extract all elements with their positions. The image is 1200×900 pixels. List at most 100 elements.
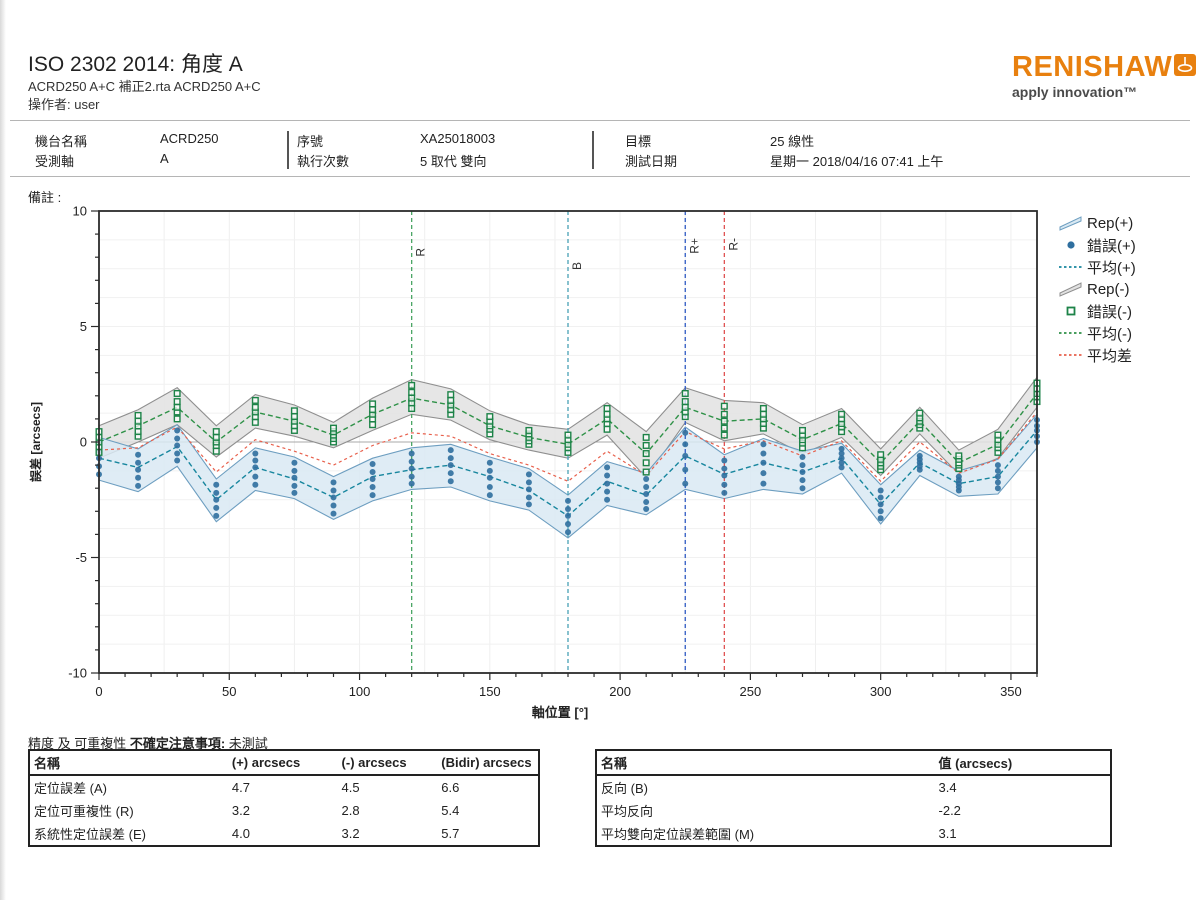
- error-neg-point: [174, 391, 180, 397]
- error-pos-point: [135, 460, 141, 466]
- y-tick-label: -10: [68, 666, 87, 681]
- error-pos-point: [721, 472, 727, 478]
- table-cell: 4.5: [338, 775, 438, 799]
- error-pos-point: [565, 521, 571, 527]
- error-pos-point: [174, 451, 180, 457]
- error-neg-point: [643, 469, 649, 475]
- error-pos-point: [409, 474, 415, 480]
- error-neg-point: [174, 405, 180, 411]
- error-pos-point: [448, 462, 454, 468]
- error-pos-point: [331, 494, 337, 500]
- error-pos-point: [721, 457, 727, 463]
- info-value-axis: A: [160, 151, 169, 166]
- error-neg-point: [643, 443, 649, 449]
- dash-green-icon: [1058, 324, 1084, 342]
- table-cell: 4.0: [228, 822, 338, 846]
- error-neg-point: [800, 428, 806, 434]
- error-pos-point: [526, 486, 532, 492]
- error-pos-point: [682, 430, 688, 436]
- band-neg-icon: [1058, 280, 1084, 298]
- error-pos-point: [721, 466, 727, 472]
- error-pos-point: [565, 506, 571, 512]
- legend-label: Rep(-): [1087, 281, 1130, 298]
- legend-label: 平均差: [1087, 345, 1132, 366]
- table-row: 定位可重複性 (R)3.22.85.4: [29, 799, 539, 822]
- error-pos-point: [487, 492, 493, 498]
- error-neg-point: [409, 390, 415, 396]
- error-pos-point: [291, 468, 297, 474]
- legend-item-square-green: 錯誤(-): [1058, 300, 1198, 322]
- error-neg-point: [253, 420, 259, 426]
- error-pos-point: [448, 478, 454, 484]
- error-pos-point: [878, 488, 884, 494]
- table-cell: 3.4: [935, 775, 1111, 799]
- band-pos-icon: [1058, 214, 1084, 232]
- error-neg-point: [253, 398, 259, 404]
- column-header: (-) arcsecs: [338, 750, 438, 775]
- error-pos-point: [291, 460, 297, 466]
- error-neg-point: [213, 448, 219, 454]
- error-neg-point: [331, 425, 337, 431]
- info-value-date: 星期一 2018/04/16 07:41 上午: [770, 151, 943, 170]
- error-pos-point: [839, 446, 845, 452]
- error-pos-point: [995, 485, 1001, 491]
- legend-item-dash-green: 平均(-): [1058, 322, 1198, 344]
- error-pos-point: [682, 453, 688, 459]
- info-separator-1: [287, 131, 289, 169]
- error-pos-point: [213, 505, 219, 511]
- error-chart: RBR+R-050100150200250300350-10-50510軸位置 …: [0, 200, 1055, 725]
- error-pos-point: [370, 484, 376, 490]
- column-header: 名稱: [596, 750, 935, 775]
- error-pos-point: [565, 529, 571, 535]
- legend-label: 平均(-): [1087, 323, 1132, 344]
- x-tick-label: 200: [609, 684, 631, 699]
- table-row: 平均反向-2.2: [596, 799, 1111, 822]
- error-pos-point: [409, 481, 415, 487]
- info-label-serial: 序號: [297, 131, 323, 150]
- divider-top: [10, 120, 1190, 121]
- error-pos-point: [213, 490, 219, 496]
- error-pos-point: [878, 508, 884, 514]
- table-cell: 定位誤差 (A): [29, 775, 228, 799]
- error-pos-point: [291, 483, 297, 489]
- error-neg-point: [956, 453, 962, 459]
- table-row: 系統性定位誤差 (E)4.03.25.7: [29, 822, 539, 846]
- dash-teal-icon: [1058, 258, 1084, 276]
- error-neg-point: [370, 401, 376, 407]
- error-pos-point: [643, 499, 649, 505]
- x-tick-label: 50: [222, 684, 236, 699]
- error-neg-point: [526, 428, 532, 434]
- error-neg-point: [253, 405, 259, 411]
- marker-label-R: R: [414, 248, 428, 257]
- error-neg-point: [839, 411, 845, 417]
- error-pos-point: [213, 513, 219, 519]
- error-neg-point: [604, 426, 610, 432]
- marker-label-R+: R+: [687, 238, 701, 254]
- table-cell: 反向 (B): [596, 775, 935, 799]
- error-pos-point: [604, 464, 610, 470]
- error-pos-point: [370, 469, 376, 475]
- y-tick-label: 0: [80, 435, 87, 450]
- error-neg-point: [682, 405, 688, 411]
- dot-blue-icon: [1058, 236, 1084, 254]
- error-neg-point: [878, 452, 884, 458]
- error-neg-point: [722, 403, 728, 409]
- info-value-runs: 5 取代 雙向: [420, 151, 486, 170]
- error-pos-point: [604, 489, 610, 495]
- error-pos-point: [448, 447, 454, 453]
- info-label-runs: 執行次數: [297, 151, 349, 170]
- error-pos-point: [291, 490, 297, 496]
- error-neg-point: [409, 395, 415, 401]
- x-tick-label: 100: [349, 684, 371, 699]
- error-pos-point: [721, 482, 727, 488]
- error-neg-point: [643, 451, 649, 457]
- error-pos-point: [682, 481, 688, 487]
- logo-tagline: apply innovation™: [1012, 84, 1192, 100]
- legend-label: Rep(+): [1087, 215, 1133, 232]
- marker-label-B: B: [570, 262, 584, 270]
- error-neg-point: [213, 435, 219, 441]
- error-pos-point: [291, 475, 297, 481]
- info-label-machine: 機台名稱: [35, 131, 87, 150]
- error-pos-point: [448, 470, 454, 476]
- error-neg-point: [565, 432, 571, 438]
